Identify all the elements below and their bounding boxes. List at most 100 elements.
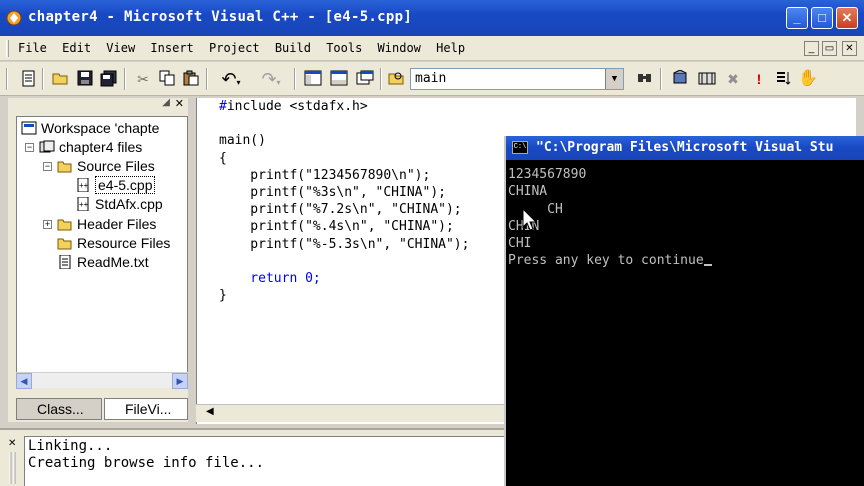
tab-classview[interactable]: Class... [16, 398, 102, 420]
project-icon [39, 140, 55, 153]
menu-bar: File Edit View Insert Project Build Tool… [0, 36, 864, 61]
scroll-right-icon[interactable]: ▶ [172, 373, 188, 389]
folder-icon [57, 219, 72, 231]
tree-horizontal-scrollbar[interactable]: ◀ ▶ [16, 372, 188, 389]
pin-icon[interactable]: ◢ [162, 97, 170, 108]
paste-icon[interactable] [182, 70, 200, 88]
tree-item-source-files[interactable]: Source Files [57, 157, 155, 176]
menu-help[interactable]: Help [436, 41, 465, 55]
workspace-window-icon[interactable] [304, 70, 322, 88]
execute-icon[interactable]: ! [750, 70, 768, 88]
console-line: CHINA [508, 184, 548, 200]
maximize-button[interactable]: □ [811, 7, 833, 29]
menu-tools[interactable]: Tools [326, 41, 362, 55]
doc-minimize-button[interactable]: _ [804, 41, 819, 56]
toolbar-separator [124, 68, 126, 90]
go-icon[interactable] [774, 70, 792, 88]
toolbar-separator [206, 68, 208, 90]
menu-insert[interactable]: Insert [150, 41, 193, 55]
code-line: printf("%.4s\n", "CHINA"); [219, 219, 454, 235]
code-include: include <stdafx.h> [226, 99, 368, 114]
tree-label: Resource Files [77, 235, 171, 251]
close-button[interactable]: ✕ [836, 7, 858, 29]
stop-build-icon[interactable]: ✖ [724, 70, 742, 88]
text-cursor [703, 264, 712, 267]
tree-item-readme[interactable]: ReadMe.txt [57, 253, 149, 272]
undo-icon[interactable]: ↶▾ [216, 70, 246, 88]
tab-fileview[interactable]: FileVi... [104, 398, 188, 420]
open-icon[interactable] [52, 70, 70, 88]
menu-view[interactable]: View [106, 41, 135, 55]
find-icon[interactable] [636, 70, 654, 88]
tree-item-stdafx-cpp[interactable]: ++ StdAfx.cpp [75, 195, 163, 214]
tree-item-e4-5-cpp[interactable]: ++ e4-5.cpp [75, 176, 156, 195]
doc-restore-button[interactable]: ▭ [822, 41, 837, 56]
copy-icon[interactable] [158, 70, 176, 88]
tree-item-project[interactable]: chapter4 files [39, 138, 142, 157]
build-output[interactable]: Linking... Creating browse info file... [24, 436, 506, 486]
compile-icon[interactable] [672, 69, 690, 88]
tree-label: e4-5.cpp [95, 176, 156, 194]
console-icon: C:\ [512, 141, 528, 154]
function-combo[interactable]: main ▼ [410, 68, 624, 90]
window-title: chapter4 - Microsoft Visual C++ - [e4-5.… [28, 9, 413, 25]
workspace-close-button[interactable]: ✕ [175, 97, 184, 110]
console-title-bar[interactable]: C:\ "C:\Program Files\Microsoft Visual S… [506, 136, 864, 160]
toolbar-grip[interactable] [6, 68, 8, 90]
workspace-tabs: Class... FileVi... [16, 398, 188, 420]
menu-edit[interactable]: Edit [62, 41, 91, 55]
expand-toggle[interactable]: + [43, 220, 52, 229]
output-grip[interactable]: ✕ [6, 436, 20, 486]
code-line: { [219, 150, 227, 166]
cpp-file-icon: ++ [77, 178, 89, 192]
save-all-icon[interactable] [100, 70, 118, 88]
tree-label: Header Files [77, 216, 157, 232]
code-line: #include <stdafx.h> [219, 99, 368, 114]
code-line: printf("%-5.3s\n", "CHINA"); [219, 236, 470, 252]
text-file-icon [59, 255, 71, 269]
workspace-header: ◢ ✕ [8, 97, 188, 112]
save-icon[interactable] [76, 70, 94, 88]
minimize-button[interactable]: _ [786, 7, 808, 29]
source-code[interactable]: #include <stdafx.h> main() { printf("123… [219, 98, 469, 304]
redo-icon[interactable]: ↷▾ [256, 70, 286, 88]
hand-breakpoint-icon[interactable]: ✋ [798, 70, 818, 88]
folder-icon [57, 238, 72, 250]
workspace-panel: ◢ ✕ Workspace 'chapte − chapter4 files −… [8, 97, 188, 422]
collapse-toggle[interactable]: − [43, 162, 52, 171]
menu-items: File Edit View Insert Project Build Tool… [18, 41, 473, 55]
svg-text:✕: ✕ [8, 438, 16, 449]
cut-icon[interactable]: ✂ [134, 70, 152, 88]
console-line: 1234567890 [508, 167, 587, 182]
title-bar: chapter4 - Microsoft Visual C++ - [e4-5.… [0, 0, 864, 36]
build-icon[interactable] [698, 70, 716, 88]
code-line: main() [219, 133, 266, 149]
chevron-down-icon[interactable]: ▼ [605, 69, 623, 89]
new-text-file-icon[interactable] [20, 70, 38, 88]
tree-item-resource-files[interactable]: Resource Files [57, 234, 170, 253]
window-list-icon[interactable] [356, 70, 374, 88]
collapse-toggle[interactable]: − [25, 143, 34, 152]
console-window[interactable]: C:\ "C:\Program Files\Microsoft Visual S… [504, 136, 864, 486]
tree-item-workspace[interactable]: Workspace 'chapte [21, 119, 159, 138]
find-in-files-icon[interactable] [388, 70, 406, 88]
menu-build[interactable]: Build [275, 41, 311, 55]
scroll-left-icon[interactable]: ◀ [206, 406, 214, 417]
scroll-left-icon[interactable]: ◀ [16, 373, 32, 389]
output-window-icon[interactable] [330, 70, 348, 88]
toolbar-separator [42, 68, 44, 90]
output-line: Creating browse info file... [28, 455, 265, 471]
editor-horizontal-scrollbar[interactable]: ◀ [196, 404, 506, 422]
menu-project[interactable]: Project [209, 41, 260, 55]
cpp-file-icon: ++ [77, 197, 89, 211]
menu-file[interactable]: File [18, 41, 47, 55]
tab-fileview-label: FileVi... [125, 401, 172, 417]
menubar-grip[interactable] [6, 40, 9, 57]
visual-cpp-app-icon [6, 10, 22, 26]
tree-item-header-files[interactable]: Header Files [57, 215, 156, 234]
doc-close-button[interactable]: ✕ [842, 41, 857, 56]
menu-window[interactable]: Window [378, 41, 421, 55]
console-output: 1234567890 CHINA CH CHIN CHI Press any k… [508, 166, 712, 270]
output-line: Linking... [28, 438, 113, 454]
code-line: printf("%7.2s\n", "CHINA"); [219, 202, 462, 218]
